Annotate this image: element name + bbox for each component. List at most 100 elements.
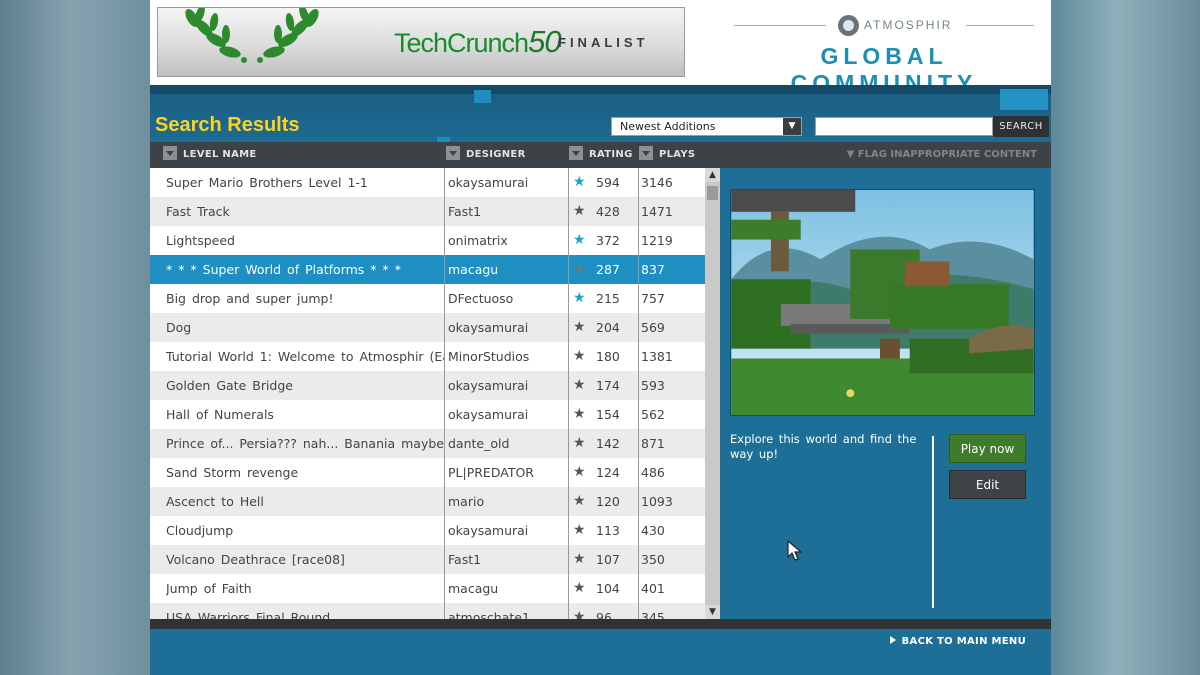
- rating-cell: 120: [596, 494, 620, 509]
- designer-cell: Fast1: [448, 204, 482, 219]
- mouse-cursor-icon: [787, 540, 803, 561]
- star-icon[interactable]: ★: [573, 603, 587, 619]
- level-preview-image: [730, 189, 1035, 416]
- level-list[interactable]: Super Mario Brothers Level 1-1 okaysamura…: [150, 168, 705, 619]
- star-icon[interactable]: ★: [573, 284, 587, 313]
- column-header-level-name[interactable]: LEVEL NAME: [163, 142, 257, 168]
- table-row[interactable]: Cloudjump okaysamurai ★ 113 430: [150, 516, 705, 545]
- search-input[interactable]: [815, 117, 993, 136]
- star-icon[interactable]: ★: [573, 197, 587, 226]
- level-name-cell: Prince of... Persia??? nah... Banania ma…: [166, 436, 444, 451]
- scroll-down-icon[interactable]: ▼: [705, 605, 720, 619]
- table-row[interactable]: Sand Storm revenge PL|PREDATOR ★ 124 486: [150, 458, 705, 487]
- level-name-cell: Hall of Numerals: [166, 407, 274, 422]
- play-now-button[interactable]: Play now: [949, 434, 1026, 463]
- table-row[interactable]: Ascenct to Hell mario ★ 120 1093: [150, 487, 705, 516]
- designer-cell: okaysamurai: [448, 320, 529, 335]
- atmosphir-brand: ATMOSPHIR GLOBAL COMMUNITY: [734, 12, 1034, 96]
- plays-cell: 1471: [641, 204, 673, 219]
- column-header-rating[interactable]: RATING: [569, 142, 633, 168]
- plays-cell: 350: [641, 552, 665, 567]
- rating-cell: 142: [596, 436, 620, 451]
- star-icon[interactable]: ★: [573, 400, 587, 429]
- table-row[interactable]: * * * Super World of Platforms * * * maca…: [150, 255, 705, 284]
- designer-cell: PL|PREDATOR: [448, 465, 534, 480]
- sort-arrow-icon[interactable]: [163, 146, 177, 160]
- flag-inappropriate-link[interactable]: ▼ FLAG INAPPROPRIATE CONTENT: [847, 142, 1037, 168]
- table-row[interactable]: Jump of Faith macagu ★ 104 401: [150, 574, 705, 603]
- table-row[interactable]: Golden Gate Bridge okaysamurai ★ 174 593: [150, 371, 705, 400]
- edit-button[interactable]: Edit: [949, 470, 1026, 499]
- plays-cell: 345: [641, 610, 665, 619]
- sort-arrow-icon[interactable]: [569, 146, 583, 160]
- star-icon[interactable]: ★: [573, 574, 587, 603]
- level-name-cell: USA Warriors Final Round: [166, 610, 331, 619]
- star-icon[interactable]: ★: [573, 255, 587, 284]
- star-icon[interactable]: ★: [573, 545, 587, 574]
- search-button[interactable]: SEARCH: [993, 116, 1049, 137]
- rating-cell: 113: [596, 523, 620, 538]
- level-name-cell: Big drop and super jump!: [166, 291, 334, 306]
- table-row[interactable]: Dog okaysamurai ★ 204 569: [150, 313, 705, 342]
- table-row[interactable]: Tutorial World 1: Welcome to Atmosphir (…: [150, 342, 705, 371]
- level-name-cell: Cloudjump: [166, 523, 234, 538]
- rating-cell: 124: [596, 465, 620, 480]
- rating-cell: 287: [596, 262, 620, 277]
- back-to-main-menu-link[interactable]: BACK TO MAIN MENU: [889, 636, 1026, 647]
- table-row[interactable]: USA Warriors Final Round atmoschate1 ★ 96 34…: [150, 603, 705, 619]
- table-row[interactable]: Lightspeed onimatrix ★ 372 1219: [150, 226, 705, 255]
- designer-cell: macagu: [448, 581, 499, 596]
- designer-cell: onimatrix: [448, 233, 508, 248]
- footer-bar: [150, 619, 1051, 629]
- level-name-cell: Golden Gate Bridge: [166, 378, 293, 393]
- star-icon[interactable]: ★: [573, 226, 587, 255]
- star-icon[interactable]: ★: [573, 371, 587, 400]
- rating-cell: 180: [596, 349, 620, 364]
- designer-cell: Fast1: [448, 552, 482, 567]
- table-row[interactable]: Super Mario Brothers Level 1-1 okaysamura…: [150, 168, 705, 197]
- rating-cell: 174: [596, 378, 620, 393]
- rating-cell: 428: [596, 204, 620, 219]
- table-row[interactable]: Hall of Numerals okaysamurai ★ 154 562: [150, 400, 705, 429]
- designer-cell: okaysamurai: [448, 378, 529, 393]
- flag-triangle-icon: ▼: [846, 149, 858, 160]
- scroll-thumb[interactable]: [707, 186, 718, 200]
- designer-cell: MinorStudios: [448, 349, 530, 364]
- star-icon[interactable]: ★: [573, 313, 587, 342]
- designer-cell: okaysamurai: [448, 523, 529, 538]
- rating-cell: 215: [596, 291, 620, 306]
- table-row[interactable]: Prince of... Persia??? nah... Banania ma…: [150, 429, 705, 458]
- table-row[interactable]: Fast Track Fast1 ★ 428 1471: [150, 197, 705, 226]
- laurel-icon: [185, 8, 319, 63]
- sort-dropdown[interactable]: Newest Additions ▼: [611, 117, 802, 136]
- rating-cell: 204: [596, 320, 620, 335]
- plays-cell: 1219: [641, 233, 673, 248]
- star-icon[interactable]: ★: [573, 458, 587, 487]
- sort-arrow-icon[interactable]: [639, 146, 653, 160]
- table-row[interactable]: Volcano Deathrace [race08] Fast1 ★ 107 350: [150, 545, 705, 574]
- star-icon[interactable]: ★: [573, 487, 587, 516]
- rating-cell: 594: [596, 175, 620, 190]
- plays-cell: 486: [641, 465, 665, 480]
- detail-divider: [932, 436, 934, 608]
- level-name-cell: Dog: [166, 320, 192, 335]
- techcrunch-logo: TechCrunch50: [394, 24, 562, 59]
- star-icon[interactable]: ★: [573, 429, 587, 458]
- star-icon[interactable]: ★: [573, 516, 587, 545]
- level-name-cell: Jump of Faith: [166, 581, 252, 596]
- finalist-label: FINALIST: [558, 35, 649, 50]
- table-header: LEVEL NAME DESIGNER RATING PLAYS ▼ FLAG …: [150, 142, 1051, 168]
- table-row[interactable]: Big drop and super jump! DFectuoso ★ 215 757: [150, 284, 705, 313]
- scroll-up-icon[interactable]: ▲: [705, 168, 720, 182]
- level-description: Explore this world and find the way up!: [730, 432, 917, 461]
- star-icon[interactable]: ★: [573, 168, 587, 197]
- star-icon[interactable]: ★: [573, 342, 587, 371]
- level-name-cell: Ascenct to Hell: [166, 494, 264, 509]
- column-header-plays[interactable]: PLAYS: [639, 142, 695, 168]
- rating-cell: 372: [596, 233, 620, 248]
- column-header-designer[interactable]: DESIGNER: [446, 142, 526, 168]
- list-scrollbar[interactable]: ▲ ▼: [705, 168, 720, 619]
- chevron-down-icon[interactable]: ▼: [783, 118, 801, 135]
- sort-arrow-icon[interactable]: [446, 146, 460, 160]
- plays-cell: 569: [641, 320, 665, 335]
